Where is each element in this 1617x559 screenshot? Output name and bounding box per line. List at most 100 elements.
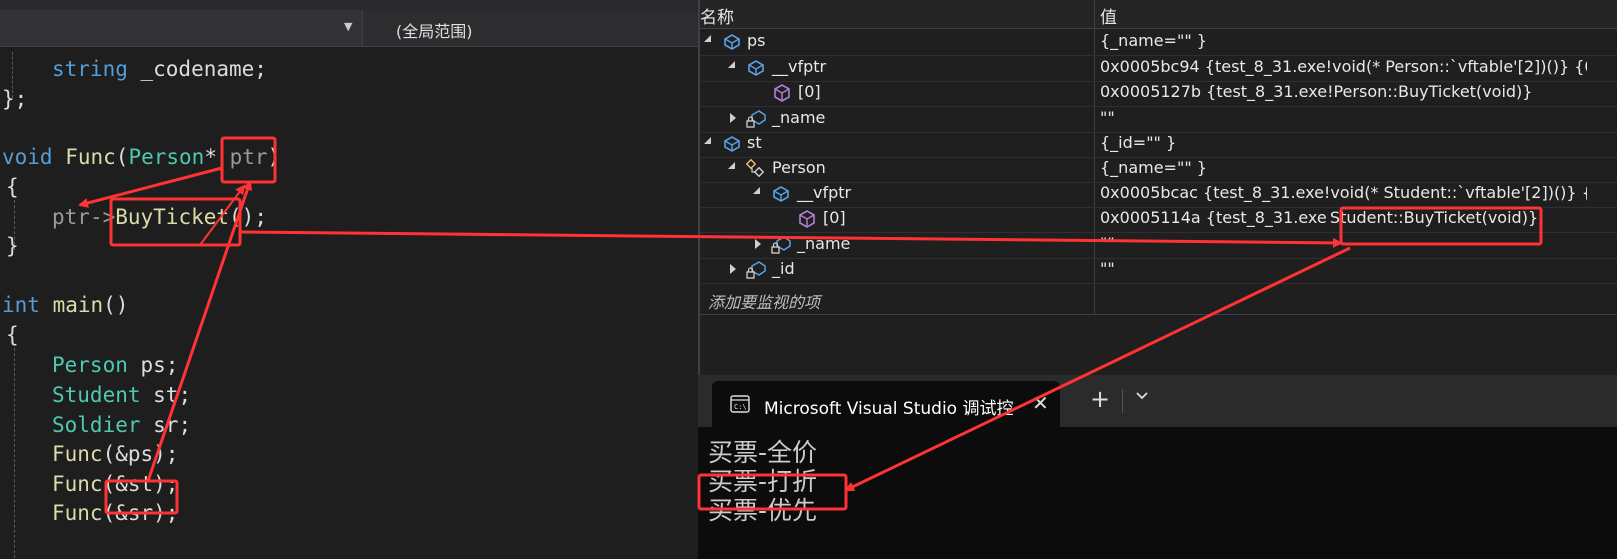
function-call: Func (52, 472, 103, 496)
watch-row-base-person[interactable]: Person {_name="" } (700, 156, 1617, 183)
argument: (&sr); (102, 501, 179, 525)
identifier: ps; (127, 353, 179, 377)
close-icon[interactable]: ✕ (1032, 391, 1049, 415)
watch-name: __vfptr (797, 183, 852, 202)
code-line[interactable]: }; (2, 84, 27, 114)
editor-top-strip (0, 0, 698, 10)
object-icon (748, 60, 764, 76)
punct: }; (2, 87, 28, 111)
watch-row-vfptr[interactable]: __vfptr 0x0005bc94 {test_8_31.exe!void(*… (700, 55, 1617, 82)
argument: (&ps); (102, 442, 179, 466)
console-output-line: 买票-优先 (708, 496, 818, 525)
code-line[interactable]: Soldier sr; (52, 410, 191, 440)
navigation-bar: ▼ (全局范围) (0, 10, 698, 47)
watch-value: "" (1100, 234, 1115, 253)
expand-arrow-icon[interactable] (730, 264, 736, 274)
watch-value: {_id="" } (1100, 133, 1177, 152)
watch-value-method: Student::BuyTicket(void)} (1329, 208, 1539, 227)
add-watch-row[interactable]: 添加要监视的项 (700, 286, 1617, 315)
code-line[interactable]: Student st; (52, 380, 191, 410)
type-name: Student (52, 383, 141, 407)
param-ptr: ptr (229, 145, 268, 169)
punct: () (103, 293, 129, 317)
code-line[interactable]: Person ps; (52, 350, 178, 380)
object-icon (773, 186, 789, 202)
function-call: Func (52, 501, 103, 525)
debug-console[interactable]: C:\ Microsoft Visual Studio 调试控 ✕ + 买票-全… (698, 375, 1617, 559)
expand-arrow-icon[interactable] (755, 239, 761, 249)
chevron-down-icon[interactable] (1134, 389, 1150, 403)
watch-row-name[interactable]: _name "" (700, 232, 1617, 259)
method-cube-icon (799, 210, 815, 228)
type-dropdown[interactable]: ▼ (0, 10, 363, 46)
function-call: BuyTicket (115, 205, 230, 229)
watch-name: _name (772, 108, 826, 127)
collapse-arrow-icon[interactable] (728, 61, 735, 68)
watch-row-st[interactable]: st {_id="" } (700, 131, 1617, 158)
watch-row-vtable-entry[interactable]: [0] 0x0005114a {test_8_31.exe Student::B… (700, 206, 1617, 233)
code-line[interactable]: Func(&ps); (52, 439, 178, 469)
expand-arrow-icon[interactable] (730, 113, 736, 123)
watch-header: 名称 值 (700, 0, 1617, 29)
identifier: sr; (140, 413, 192, 437)
watch-value: {_name="" } (1100, 158, 1207, 177)
watch-name: ps (747, 31, 766, 50)
base-class-icon (746, 159, 765, 178)
code-line[interactable]: Func(&sr); (52, 498, 178, 528)
console-tab[interactable]: C:\ Microsoft Visual Studio 调试控 ✕ (712, 381, 1060, 427)
watch-row-vfptr[interactable]: __vfptr 0x0005bcac {test_8_31.exe!void(*… (700, 181, 1617, 208)
add-watch-placeholder[interactable]: 添加要监视的项 (708, 289, 820, 313)
new-tab-plus-icon[interactable]: + (1090, 385, 1110, 413)
watch-value: "" (1100, 108, 1115, 127)
collapse-arrow-icon[interactable] (704, 137, 711, 144)
watch-row-vtable-entry[interactable]: [0] 0x0005127b {test_8_31.exe!Person::Bu… (700, 80, 1617, 107)
code-line[interactable]: int main() (2, 290, 128, 320)
watch-name: _id (772, 259, 795, 278)
function-call: Func (52, 442, 103, 466)
watch-value-prefix: 0x0005114a {test_8_31.exe (1100, 208, 1327, 227)
code-line[interactable]: } (6, 231, 19, 261)
code-line[interactable]: { (6, 320, 19, 350)
identifier: st; (140, 383, 192, 407)
column-header-value[interactable]: 值 (1100, 3, 1117, 28)
object-icon (724, 34, 740, 50)
svg-text:C:\: C:\ (734, 403, 747, 411)
watch-name: Person (772, 158, 826, 177)
watch-row-name[interactable]: _name "" (700, 106, 1617, 133)
private-field-icon (771, 236, 791, 254)
type-name: Person (128, 145, 205, 169)
watch-value: 0x0005114a {test_8_31.exe Student::BuyTi… (1100, 208, 1587, 227)
scope-dropdown[interactable]: (全局范围) (396, 18, 473, 42)
code-editor[interactable]: ▼ (全局范围) string _codename; }; void Func(… (0, 0, 698, 559)
watch-name: __vfptr (772, 57, 827, 76)
column-header-name[interactable]: 名称 (700, 3, 734, 28)
code-line[interactable]: ptr->BuyTicket(); (52, 202, 267, 232)
object-icon (724, 136, 740, 152)
watch-value: "" (1100, 259, 1115, 278)
code-line[interactable]: Func(&st); (52, 469, 178, 499)
punct: ) (267, 145, 281, 169)
indent-guide (14, 348, 15, 558)
code-line[interactable]: string _codename; (52, 54, 267, 84)
watch-value: 0x0005bcac {test_8_31.exe!void(* Student… (1100, 183, 1587, 202)
keyword: void (2, 145, 53, 169)
tab-separator (1122, 389, 1123, 413)
collapse-arrow-icon[interactable] (704, 35, 711, 42)
punct: { (6, 323, 19, 347)
watch-row-id[interactable]: _id "" (700, 257, 1617, 284)
punct: (); (229, 205, 267, 229)
identifier: ptr (52, 205, 90, 229)
collapse-arrow-icon[interactable] (728, 162, 735, 169)
console-tab-title: Microsoft Visual Studio 调试控 (764, 399, 1014, 419)
watch-row-ps[interactable]: ps {_name="" } (700, 29, 1617, 56)
type-name: Person (52, 353, 128, 377)
terminal-icon: C:\ (730, 395, 750, 413)
private-field-icon (746, 261, 766, 279)
code-line[interactable]: { (6, 172, 19, 202)
watch-window[interactable]: 名称 值 ps {_name="" } __vfptr 0x0005bc94 {… (698, 0, 1617, 375)
code-line[interactable]: void Func(Person* ptr) (2, 142, 280, 172)
identifier: _codename; (127, 57, 267, 81)
dropdown-arrow-icon[interactable]: ▼ (344, 20, 352, 33)
collapse-arrow-icon[interactable] (753, 187, 760, 194)
keyword: string (52, 57, 128, 81)
